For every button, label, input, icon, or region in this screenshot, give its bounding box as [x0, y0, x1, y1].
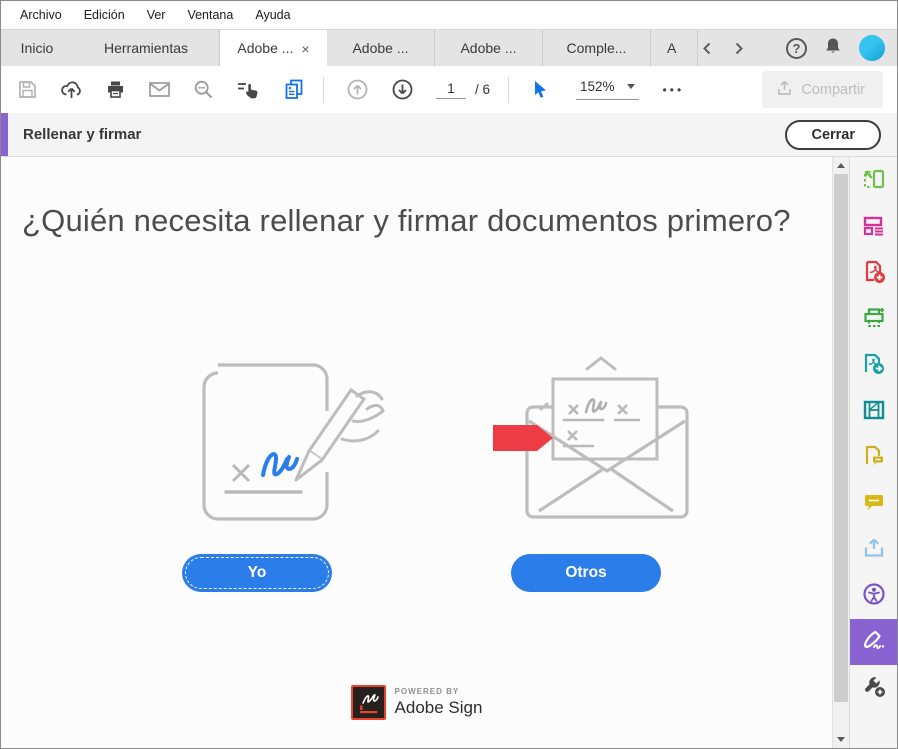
share-button[interactable]: Compartir — [762, 71, 883, 108]
toolbar-divider — [323, 77, 324, 103]
email-icon[interactable] — [148, 80, 171, 99]
scroll-down-arrow[interactable] — [833, 732, 849, 747]
scrollbar-thumb[interactable] — [834, 174, 848, 702]
menu-archivo[interactable]: Archivo — [11, 4, 71, 26]
page-number-input[interactable] — [436, 81, 466, 99]
tab-document-5-truncated[interactable]: A — [651, 30, 697, 66]
adobe-sign-logo-icon — [351, 685, 386, 720]
tab-document-2[interactable]: Adobe ... — [327, 30, 435, 66]
rich-media-icon — [861, 397, 887, 428]
accessibility-icon — [861, 581, 887, 612]
yo-button[interactable]: Yo — [182, 554, 332, 592]
print-icon[interactable] — [105, 79, 126, 100]
scroll-up-arrow[interactable] — [833, 158, 849, 173]
close-tab-icon[interactable]: × — [301, 42, 309, 56]
tab-label: Inicio — [21, 40, 54, 56]
tab-label: Herramientas — [104, 40, 188, 56]
zoom-level-dropdown[interactable]: 152% — [576, 79, 639, 100]
envelope-with-letter-illustration — [491, 349, 706, 529]
sidebar-tool-add-tools[interactable] — [850, 665, 897, 711]
tab-inicio[interactable]: Inicio — [1, 30, 73, 66]
menu-ventana[interactable]: Ventana — [178, 4, 242, 26]
close-fill-sign-button[interactable]: Cerrar — [785, 120, 881, 150]
triangle-up-icon — [837, 163, 845, 168]
sidebar-tool-share-panel[interactable] — [850, 527, 897, 573]
sidebar-tool-create-pdf[interactable] — [850, 251, 897, 297]
tab-label: Adobe ... — [460, 40, 516, 56]
tab-controls: ? — [697, 30, 897, 66]
previous-page-icon[interactable] — [346, 78, 369, 101]
vertical-scrollbar[interactable] — [832, 157, 849, 748]
menu-bar: Archivo Edición Ver Ventana Ayuda — [1, 1, 897, 29]
sidebar-tool-comments-document[interactable] — [850, 435, 897, 481]
organize-pages-icon — [861, 213, 887, 244]
menu-ayuda[interactable]: Ayuda — [246, 4, 299, 26]
next-page-icon[interactable] — [391, 78, 414, 101]
export-pdf-icon — [861, 351, 887, 382]
fill-and-sign-icon — [860, 626, 888, 659]
tab-label: A — [667, 40, 676, 56]
sidebar-tool-organize-pages[interactable] — [850, 205, 897, 251]
tools-sidebar — [849, 157, 897, 748]
page-copy-icon[interactable] — [283, 78, 305, 101]
page-total-label: / 6 — [475, 82, 490, 97]
adobe-sign-label: Adobe Sign — [395, 698, 483, 718]
sidebar-tool-accessibility[interactable] — [850, 573, 897, 619]
powered-by-label: POWERED BY — [395, 687, 483, 696]
document-with-pen-illustration — [171, 347, 386, 537]
tab-label: Adobe ... — [237, 40, 293, 56]
sidebar-tool-rich-media[interactable] — [850, 389, 897, 435]
select-cursor-icon[interactable] — [531, 79, 550, 100]
share-icon — [776, 79, 793, 100]
search-zoom-icon[interactable] — [193, 79, 214, 100]
otros-button[interactable]: Otros — [511, 554, 661, 592]
menu-edicion[interactable]: Edición — [75, 4, 134, 26]
more-tools-icon[interactable]: ••• — [663, 83, 685, 97]
tab-herramientas[interactable]: Herramientas — [73, 30, 219, 66]
tab-document-4[interactable]: Comple... — [543, 30, 651, 66]
chevron-right-icon[interactable] — [731, 41, 746, 56]
triangle-down-icon — [837, 737, 845, 742]
toolbar: / 6 152% ••• Compartir — [1, 66, 897, 113]
sidebar-tool-comment[interactable] — [850, 481, 897, 527]
zoom-level-value: 152% — [580, 79, 615, 94]
purple-accent-bar — [1, 113, 8, 156]
help-icon[interactable]: ? — [786, 38, 807, 59]
cloud-upload-icon[interactable] — [60, 79, 83, 100]
sidebar-tool-export-pdf[interactable] — [850, 343, 897, 389]
page-title: ¿Quién necesita rellenar y firmar docume… — [22, 203, 791, 239]
add-tools-icon — [861, 673, 887, 704]
adobe-sign-brand: POWERED BY Adobe Sign — [351, 685, 483, 720]
content-area: ¿Quién necesita rellenar y firmar docume… — [1, 157, 897, 748]
acrobat-window: Archivo Edición Ver Ventana Ayuda Inicio… — [0, 0, 898, 749]
sidebar-tool-scan-ocr[interactable] — [850, 297, 897, 343]
caret-down-icon — [627, 84, 635, 89]
comment-icon — [861, 489, 887, 520]
toolbar-divider — [508, 77, 509, 103]
scan-ocr-icon — [861, 305, 887, 336]
chevron-left-icon[interactable] — [700, 41, 715, 56]
save-icon[interactable] — [17, 79, 38, 100]
tab-label: Adobe ... — [352, 40, 408, 56]
fill-sign-header-bar: Rellenar y firmar Cerrar — [1, 113, 897, 157]
fill-sign-title: Rellenar y firmar — [23, 126, 141, 143]
avatar[interactable] — [859, 35, 885, 61]
export-panel-icon — [861, 167, 887, 198]
fill-sign-panel: ¿Quién necesita rellenar y firmar docume… — [1, 157, 832, 748]
tab-document-active[interactable]: Adobe ... × — [219, 30, 327, 66]
touch-select-icon[interactable] — [236, 79, 261, 101]
sidebar-tool-fill-and-sign[interactable] — [850, 619, 897, 665]
create-pdf-icon — [861, 259, 887, 290]
sidebar-tool-export-panel[interactable] — [850, 159, 897, 205]
share-panel-icon — [861, 535, 887, 566]
tab-document-3[interactable]: Adobe ... — [435, 30, 543, 66]
share-button-label: Compartir — [801, 82, 865, 98]
tab-bar: Inicio Herramientas Adobe ... × Adobe ..… — [1, 29, 897, 66]
bell-icon[interactable] — [823, 36, 843, 61]
tab-label: Comple... — [567, 40, 627, 56]
adobe-sign-text: POWERED BY Adobe Sign — [395, 687, 483, 718]
menu-ver[interactable]: Ver — [138, 4, 175, 26]
comments-document-icon — [861, 443, 887, 474]
